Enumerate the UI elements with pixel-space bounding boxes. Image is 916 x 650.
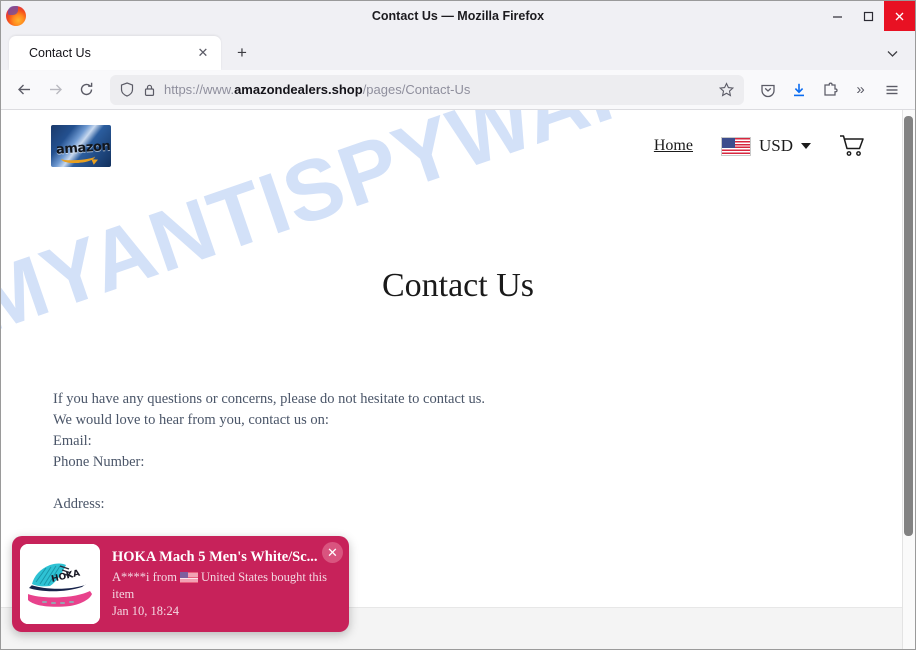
scrollbar-thumb[interactable] <box>904 116 913 536</box>
toast-timestamp: Jan 10, 18:24 <box>112 604 180 618</box>
tracking-shield-icon[interactable] <box>116 82 138 97</box>
page-title: Contact Us <box>381 267 535 304</box>
currency-label: USD <box>758 136 793 155</box>
window-minimize-button[interactable] <box>822 1 853 31</box>
toast-buyer-prefix: A****i from <box>112 570 177 584</box>
toast-text-block: HOKA Mach 5 Men's White/Sc... A****i fro… <box>112 548 341 620</box>
toast-flag-icon <box>179 572 198 583</box>
forward-icon[interactable] <box>40 74 71 105</box>
toast-close-icon[interactable]: ✕ <box>322 542 343 563</box>
currency-selector[interactable]: USD <box>720 136 811 156</box>
purchase-notification-toast[interactable]: HOKA HOKA Mach 5 Men's White/Sc... A****… <box>12 536 349 632</box>
window-controls <box>822 1 915 31</box>
contact-label-email: Email: <box>53 433 92 449</box>
site-nav: Home USD <box>654 134 865 158</box>
address-bar[interactable]: https://www.amazondealers.shop/pages/Con… <box>110 74 744 105</box>
nav-link-home[interactable]: Home <box>654 137 693 155</box>
logo-swoosh-icon <box>60 150 96 165</box>
bookmark-star-icon[interactable] <box>714 82 738 97</box>
app-menu-icon[interactable] <box>876 74 907 105</box>
downloads-icon[interactable] <box>783 74 814 105</box>
url-host: amazondealers.shop <box>234 82 363 97</box>
page-viewport: MYANTISPYWARE.COM amazon Home USD Contac… <box>1 110 915 649</box>
browser-window: Contact Us — Mozilla Firefox Contact Us … <box>0 0 916 650</box>
tab-strip: Contact Us ✕ + <box>1 31 915 70</box>
site-logo-image[interactable]: amazon <box>51 125 111 167</box>
window-title: Contact Us — Mozilla Firefox <box>371 9 545 23</box>
site-header: amazon Home USD <box>1 110 915 182</box>
url-path: /pages/Contact-Us <box>362 82 471 97</box>
contact-label-phone: Phone Number: <box>53 454 145 470</box>
url-text[interactable]: https://www.amazondealers.shop/pages/Con… <box>164 82 714 97</box>
toast-product-title: HOKA Mach 5 Men's White/Sc... <box>112 549 318 565</box>
chevron-down-icon <box>801 143 811 149</box>
new-tab-button[interactable]: + <box>227 38 257 68</box>
firefox-logo-icon <box>6 6 26 26</box>
window-maximize-button[interactable] <box>853 1 884 31</box>
hoka-shoe-image: HOKA <box>20 544 100 624</box>
navigation-toolbar: https://www.amazondealers.shop/pages/Con… <box>1 70 915 110</box>
title-bar: Contact Us — Mozilla Firefox <box>1 1 915 31</box>
list-all-tabs-icon[interactable] <box>879 40 905 66</box>
page-scrollbar[interactable] <box>902 110 915 649</box>
tab-label: Contact Us <box>29 46 91 60</box>
reload-icon[interactable] <box>71 74 102 105</box>
contact-line-intro: If you have any questions or concerns, p… <box>53 391 486 407</box>
browser-tab[interactable]: Contact Us ✕ <box>9 36 221 70</box>
url-prefix: https://www. <box>164 82 235 97</box>
extensions-icon[interactable] <box>814 74 845 105</box>
overflow-menu-icon[interactable]: » <box>845 74 876 105</box>
contact-details: If you have any questions or concerns, p… <box>53 389 915 515</box>
pocket-save-icon[interactable] <box>752 74 783 105</box>
back-icon[interactable] <box>9 74 40 105</box>
tab-close-icon[interactable]: ✕ <box>193 43 213 63</box>
us-flag-icon <box>720 136 751 156</box>
contact-line-invite: We would love to hear from you, contact … <box>53 412 329 428</box>
product-thumbnail[interactable]: HOKA <box>20 544 100 624</box>
shopping-cart-icon[interactable] <box>839 134 865 158</box>
window-close-button[interactable] <box>884 1 915 31</box>
toast-buyer-info: A****i from United States bought this ite… <box>112 569 335 603</box>
contact-label-address: Address: <box>53 496 105 512</box>
lock-icon[interactable] <box>138 83 160 97</box>
